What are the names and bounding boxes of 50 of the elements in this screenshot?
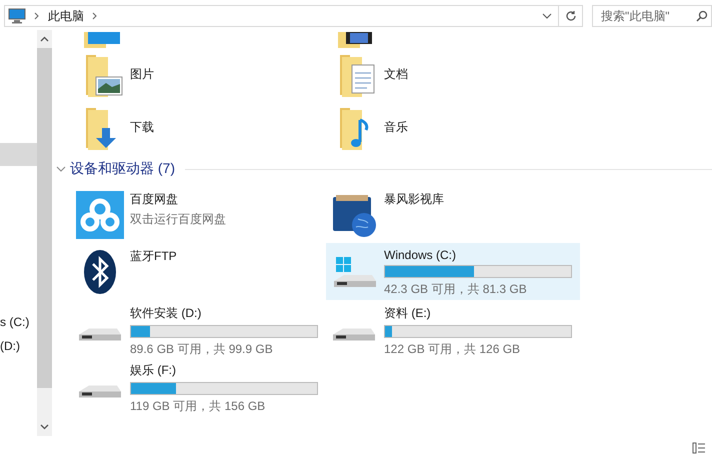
search-icon	[696, 10, 708, 22]
computer-icon	[8, 8, 26, 24]
cloud-app-icon	[76, 190, 124, 238]
device-name: 资料 (E:)	[384, 305, 432, 322]
hard-drive-icon	[332, 328, 376, 341]
folder-name: 图片	[130, 66, 154, 83]
folder-name: 文档	[384, 66, 408, 83]
dropdown-caret-icon[interactable]	[542, 13, 552, 19]
breadcrumb-item[interactable]: 此电脑	[48, 8, 84, 24]
folder-name: 音乐	[384, 119, 408, 136]
folder-name: 下载	[130, 119, 154, 136]
chevron-icon	[92, 12, 98, 20]
folder-item[interactable]: 下载	[76, 101, 326, 154]
collapse-toggle[interactable]	[56, 164, 66, 174]
folder-item[interactable]: 音乐	[330, 101, 580, 154]
search-field[interactable]: 搜索"此电脑"	[592, 5, 712, 27]
details-view-icon[interactable]	[692, 442, 706, 454]
scroll-down-icon[interactable]	[40, 424, 49, 430]
device-item[interactable]: 软件安装 (D:) 89.6 GB 可用，共 99.9 GB	[76, 300, 326, 357]
device-name: 软件安装 (D:)	[130, 305, 202, 322]
nav-item[interactable]: s (C:)	[0, 314, 37, 330]
folder-item[interactable]: 图片	[76, 48, 326, 101]
device-description: 双击运行百度网盘	[130, 211, 226, 228]
hard-drive-icon	[78, 328, 122, 341]
device-item[interactable]: 娱乐 (F:) 119 GB 可用，共 156 GB	[76, 357, 326, 414]
refresh-button[interactable]	[559, 5, 583, 27]
device-name: 百度网盘	[130, 191, 179, 208]
free-space-text: 122 GB 可用，共 126 GB	[384, 341, 522, 358]
device-item[interactable]: 蓝牙FTP	[76, 243, 326, 300]
chevron-icon	[34, 12, 40, 20]
section-header[interactable]: 设备和驱动器 (7)	[70, 160, 175, 178]
device-item[interactable]: Windows (C:) 42.3 GB 可用，共 81.3 GB	[326, 243, 580, 300]
device-name: 蓝牙FTP	[130, 248, 177, 265]
scrollbar[interactable]	[37, 30, 52, 436]
scroll-up-icon[interactable]	[40, 36, 49, 42]
refresh-icon	[564, 10, 577, 22]
device-item[interactable]: 百度网盘 双击运行百度网盘	[76, 186, 326, 243]
hard-drive-icon	[78, 385, 122, 398]
nav-item[interactable]: (D:)	[0, 338, 37, 354]
device-name: 娱乐 (F:)	[130, 362, 177, 379]
free-space-text: 119 GB 可用，共 156 GB	[130, 398, 266, 415]
device-name: Windows (C:)	[384, 248, 458, 262]
folder-item[interactable]: 文档	[330, 48, 580, 101]
device-item[interactable]: 暴风影视库	[330, 186, 580, 243]
free-space-text: 42.3 GB 可用，共 81.3 GB	[384, 281, 528, 298]
scrollbar-thumb[interactable]	[37, 48, 52, 388]
device-item[interactable]: 资料 (E:) 122 GB 可用，共 126 GB	[330, 300, 580, 357]
device-name: 暴风影视库	[384, 191, 444, 208]
free-space-text: 89.6 GB 可用，共 99.9 GB	[130, 341, 274, 358]
address-bar[interactable]: 此电脑	[4, 5, 560, 27]
